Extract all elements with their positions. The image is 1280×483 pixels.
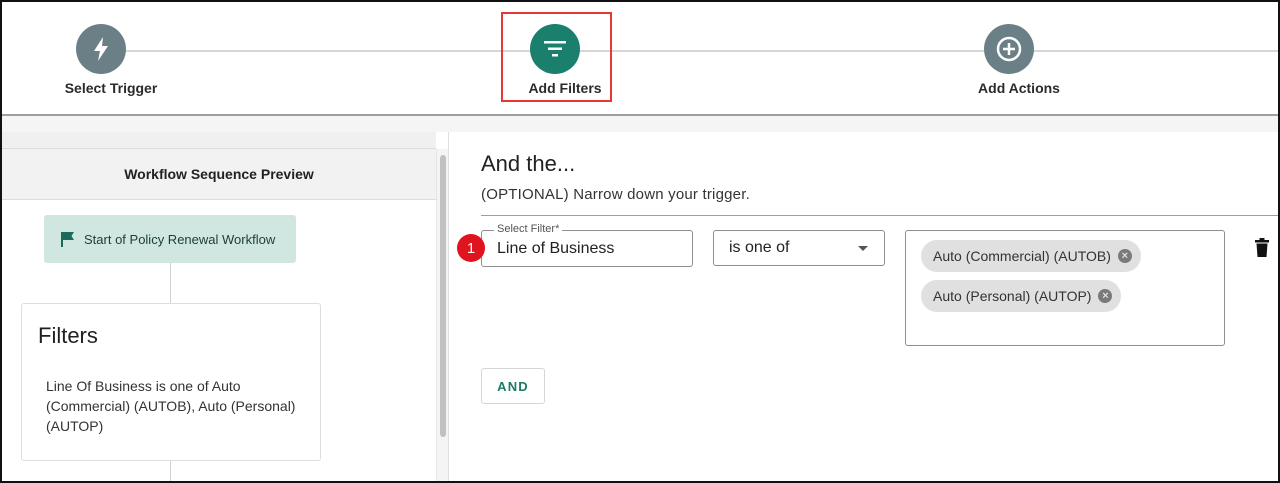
divider <box>481 215 1278 216</box>
remove-chip-icon[interactable]: × <box>1117 249 1132 263</box>
divider <box>2 116 1278 132</box>
value-chip[interactable]: Auto (Personal) (AUTOP) × <box>921 280 1122 312</box>
chip-label: Auto (Commercial) (AUTOB) <box>933 248 1111 264</box>
caret-down-icon <box>858 246 868 251</box>
workflow-editor: Select Trigger Add Filters Add Actions W… <box>0 0 1280 483</box>
step-connector <box>126 50 530 52</box>
step-connector <box>1034 50 1278 52</box>
connector-line <box>170 461 171 481</box>
step-connector <box>580 50 984 52</box>
highlight-box <box>501 12 612 102</box>
step-label: Add Actions <box>978 80 1060 96</box>
start-node-label: Start of Policy Renewal Workflow <box>84 231 276 247</box>
values-multiselect[interactable]: Auto (Commercial) (AUTOB) × Auto (Person… <box>905 230 1225 346</box>
trash-icon[interactable] <box>1254 238 1270 258</box>
page-subtitle: (OPTIONAL) Narrow down your trigger. <box>481 186 750 203</box>
flag-icon <box>60 231 76 247</box>
value-chip[interactable]: Auto (Commercial) (AUTOB) × <box>921 240 1141 272</box>
connector-line <box>170 263 171 303</box>
stepper: Select Trigger Add Filters Add Actions <box>2 2 1278 115</box>
scrollbar[interactable] <box>436 149 448 481</box>
filters-card-title: Filters <box>38 323 98 348</box>
divider <box>448 132 449 481</box>
scrollbar-thumb[interactable] <box>440 155 446 437</box>
select-filter-field[interactable]: Select Filter* Line of Business <box>481 223 693 267</box>
select-filter-value: Line of Business <box>497 240 615 257</box>
chip-label: Auto (Personal) (AUTOP) <box>933 288 1092 304</box>
lightning-icon[interactable] <box>76 24 126 74</box>
remove-chip-icon[interactable]: × <box>1098 289 1113 303</box>
add-circle-icon[interactable] <box>984 24 1034 74</box>
select-filter-label: Select Filter* <box>494 223 563 235</box>
start-node[interactable]: Start of Policy Renewal Workflow <box>44 215 296 263</box>
operator-select[interactable]: is one of <box>713 230 885 266</box>
divider <box>2 132 436 148</box>
workflow-preview-panel: Workflow Sequence Preview Start of Polic… <box>2 132 448 481</box>
step-number-badge: 1 <box>457 234 485 262</box>
operator-value: is one of <box>729 239 790 256</box>
preview-header: Workflow Sequence Preview <box>2 148 436 200</box>
filters-card[interactable]: Filters Line Of Business is one of Auto … <box>21 303 321 461</box>
filters-card-description: Line Of Business is one of Auto (Commerc… <box>46 378 296 434</box>
page-title: And the... <box>481 151 576 176</box>
and-button[interactable]: AND <box>481 368 545 404</box>
step-label: Select Trigger <box>64 80 158 96</box>
